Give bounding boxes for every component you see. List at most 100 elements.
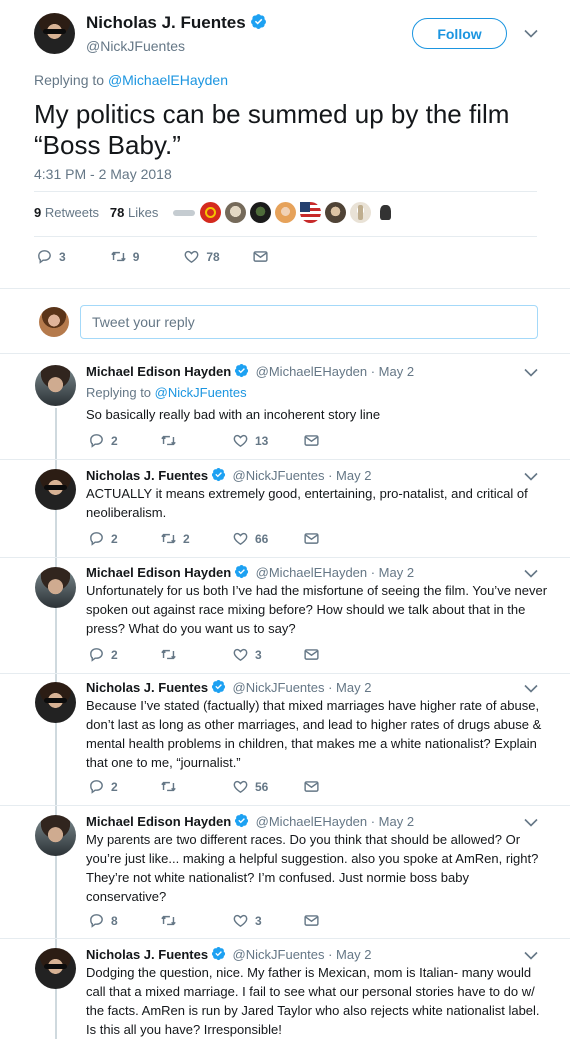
reply-icon (88, 912, 105, 929)
author-name[interactable]: Michael Edison Hayden (86, 814, 231, 829)
author-name[interactable]: Nicholas J. Fuentes (86, 947, 208, 962)
dm-button[interactable] (303, 646, 320, 663)
author-name[interactable]: Nicholas J. Fuentes (86, 680, 208, 695)
retweets-stat[interactable]: 9 Retweets (34, 205, 99, 220)
tweet-actions: 8 3 (88, 912, 118, 929)
like-button[interactable]: 78 (183, 248, 220, 265)
replying-to-link[interactable]: @MichaelEHayden (108, 72, 228, 88)
tweet-text-line: Is this all you have? Irresponsible! (86, 1022, 282, 1037)
author-name[interactable]: Nicholas J. Fuentes (86, 468, 208, 483)
reply-button[interactable]: 2 (88, 778, 118, 795)
liker-avatar[interactable] (173, 210, 195, 216)
author-name[interactable]: Nicholas J. Fuentes (86, 13, 267, 33)
liker-avatar[interactable] (225, 202, 246, 223)
avatar[interactable] (35, 567, 76, 608)
retweet-icon (160, 778, 177, 795)
reply-button[interactable]: 8 (88, 912, 118, 929)
like-button[interactable]: 3 (232, 912, 262, 929)
chevron-down-icon[interactable] (524, 29, 538, 38)
reply-input[interactable]: Tweet your reply (80, 305, 538, 339)
timestamp[interactable]: 4:31 PM - 2 May 2018 (34, 166, 172, 182)
liker-avatar[interactable] (300, 202, 321, 223)
reply-button[interactable]: 2 (88, 530, 118, 547)
like-icon (232, 646, 249, 663)
author-name[interactable]: Michael Edison Hayden (86, 364, 231, 379)
avatar[interactable] (35, 682, 76, 723)
like-icon (232, 432, 249, 449)
dm-button[interactable] (303, 912, 320, 929)
verified-icon (234, 813, 249, 828)
chevron-down-icon[interactable] (524, 951, 538, 960)
author-handle[interactable]: @NickJFuentes · May 2 (233, 468, 372, 483)
retweet-icon (160, 646, 177, 663)
dm-button[interactable] (252, 248, 269, 265)
tweet-text: My politics can be summed up by the film… (34, 99, 509, 161)
divider (34, 236, 537, 237)
author-handle[interactable]: @MichaelEHayden · May 2 (256, 814, 414, 829)
retweet-button[interactable] (160, 778, 177, 795)
retweet-button[interactable] (160, 646, 177, 663)
liker-avatar[interactable] (350, 202, 371, 223)
like-icon (232, 778, 249, 795)
reply-button[interactable]: 2 (88, 646, 118, 663)
like-button[interactable]: 3 (232, 646, 262, 663)
avatar[interactable] (35, 469, 76, 510)
chevron-down-icon[interactable] (524, 569, 538, 578)
tweet-actions: 3 9 78 (36, 248, 269, 265)
chevron-down-icon[interactable] (524, 818, 538, 827)
author-handle[interactable]: @MichaelEHayden · May 2 (256, 364, 414, 379)
tweet-text-line: So basically really bad with an incohere… (86, 407, 381, 422)
reply-button[interactable]: 3 (36, 248, 66, 265)
like-button[interactable]: 56 (232, 778, 268, 795)
liker-avatar[interactable] (375, 202, 396, 223)
liker-avatar[interactable] (275, 202, 296, 223)
chevron-down-icon[interactable] (524, 368, 538, 377)
tweet-text-line: “Boss Baby.” (34, 130, 181, 160)
dm-button[interactable] (303, 778, 320, 795)
like-icon (232, 912, 249, 929)
tweet-text-line: don’t last as long as other marriages, a… (86, 717, 542, 732)
replying-to: Replying to @MichaelEHayden (34, 72, 228, 88)
envelope-icon (303, 646, 320, 663)
dm-button[interactable] (303, 432, 320, 449)
reply-header: Nicholas J. Fuentes @NickJFuentes · May … (86, 679, 371, 697)
avatar[interactable] (34, 13, 75, 54)
like-button[interactable]: 13 (232, 432, 268, 449)
dm-button[interactable] (303, 530, 320, 547)
reply-header: Michael Edison Hayden @MichaelEHayden · … (86, 363, 414, 381)
liker-avatar[interactable] (200, 202, 221, 223)
tweet-stats: 9 Retweets 78 Likes (34, 205, 158, 220)
reply-button[interactable]: 2 (88, 432, 118, 449)
liker-avatar[interactable] (325, 202, 346, 223)
avatar[interactable] (35, 815, 76, 856)
likes-stat[interactable]: 78 Likes (110, 205, 158, 220)
reply-input-placeholder: Tweet your reply (92, 314, 195, 330)
chevron-down-icon[interactable] (524, 684, 538, 693)
retweet-button[interactable] (160, 432, 177, 449)
likers-avatars[interactable] (173, 202, 413, 224)
envelope-icon (252, 248, 269, 265)
verified-icon (211, 946, 226, 961)
avatar[interactable] (39, 307, 69, 337)
divider (0, 805, 570, 806)
reply-icon (88, 778, 105, 795)
replying-to-link[interactable]: @NickJFuentes (155, 385, 247, 400)
like-button[interactable]: 66 (232, 530, 268, 547)
chevron-down-icon[interactable] (524, 472, 538, 481)
avatar[interactable] (35, 948, 76, 989)
retweet-button[interactable] (160, 912, 177, 929)
reply-header: Nicholas J. Fuentes @NickJFuentes · May … (86, 467, 371, 485)
tweet-text-line: that one to me, “journalist.” (86, 755, 241, 770)
author-handle[interactable]: @NickJFuentes · May 2 (233, 680, 372, 695)
avatar[interactable] (35, 365, 76, 406)
like-icon (183, 248, 200, 265)
author-name[interactable]: Michael Edison Hayden (86, 565, 231, 580)
follow-button[interactable]: Follow (412, 18, 507, 49)
author-handle[interactable]: @MichaelEHayden · May 2 (256, 565, 414, 580)
retweet-button[interactable]: 9 (110, 248, 139, 265)
divider (0, 673, 570, 674)
retweet-button[interactable]: 2 (160, 530, 190, 547)
author-handle[interactable]: @NickJFuentes · May 2 (233, 947, 372, 962)
author-handle[interactable]: @NickJFuentes (86, 38, 185, 54)
liker-avatar[interactable] (250, 202, 271, 223)
